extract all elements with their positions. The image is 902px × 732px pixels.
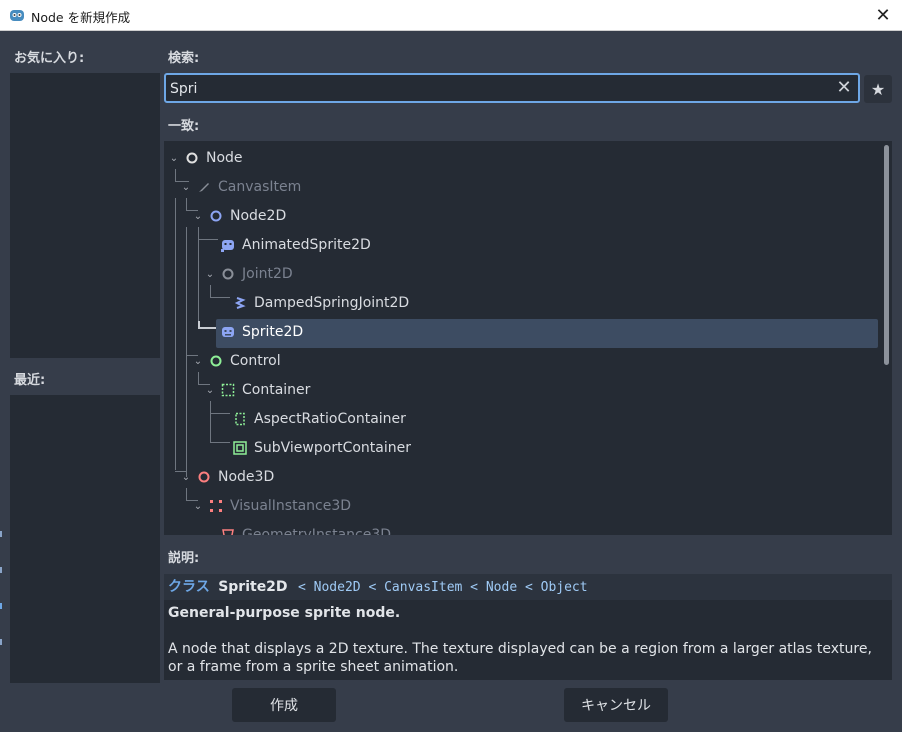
class-header: クラス Sprite2D < Node2D < CanvasItem < Nod… — [164, 574, 892, 600]
edge-marker — [0, 639, 2, 645]
geometry-instance-icon — [222, 529, 234, 535]
chevron-down-icon[interactable]: ⌄ — [204, 260, 216, 289]
node3d-circle-icon — [198, 471, 210, 483]
chevron-down-icon[interactable]: ⌄ — [192, 347, 204, 376]
recent-label: 最近: — [14, 373, 46, 388]
description-text: A node that displays a 2D texture. The t… — [168, 641, 872, 675]
edge-marker — [0, 567, 2, 573]
container-icon — [221, 383, 235, 397]
spring-icon — [234, 297, 246, 309]
star-icon[interactable]: ★ — [864, 75, 892, 103]
create-button[interactable]: 作成 — [232, 688, 336, 722]
close-icon[interactable]: ✕ — [870, 3, 896, 27]
chevron-down-icon[interactable]: ⌄ — [180, 173, 192, 202]
aspect-ratio-container-icon — [235, 412, 245, 426]
node-circle-icon — [186, 152, 198, 164]
subviewport-container-icon — [233, 441, 247, 455]
class-name: Sprite2D — [218, 579, 288, 595]
visual-instance-icon — [210, 500, 222, 512]
chevron-down-icon[interactable]: ⌄ — [192, 202, 204, 231]
control-circle-icon — [210, 355, 222, 367]
search-label: 検索: — [168, 51, 200, 66]
scrollbar-thumb[interactable] — [884, 145, 889, 365]
matches-tree[interactable]: ⌄ Node ⌄ CanvasItem ⌄ Node2D AnimatedSpr… — [164, 141, 892, 535]
favorites-label: お気に入り: — [14, 51, 85, 66]
class-inheritance: < Node2D < CanvasItem < Node < Object — [298, 580, 588, 595]
create-node-dialog: お気に入り: 最近: 検索: ✕ ★ 一致: — [0, 31, 902, 732]
cancel-button[interactable]: キャンセル — [564, 688, 668, 722]
godot-logo-icon — [10, 10, 24, 21]
chevron-down-icon[interactable]: ⌄ — [204, 376, 216, 405]
clear-icon[interactable]: ✕ — [834, 78, 854, 98]
favorites-list[interactable] — [10, 73, 160, 358]
brush-icon — [199, 183, 209, 192]
window-title: Node を新規作成 — [31, 10, 131, 25]
node2d-circle-icon — [210, 210, 222, 222]
recent-list[interactable] — [10, 395, 160, 683]
description-brief: General-purpose sprite node. — [168, 605, 401, 621]
edge-marker — [0, 603, 2, 609]
sprite-icon — [222, 327, 234, 337]
description-label: 説明: — [168, 551, 200, 566]
joint-circle-icon — [222, 268, 234, 280]
tree-scrollbar[interactable] — [884, 145, 889, 531]
matches-label: 一致: — [168, 119, 200, 134]
chevron-down-icon[interactable]: ⌄ — [192, 492, 204, 521]
selection-highlight — [216, 319, 878, 348]
chevron-down-icon[interactable]: ⌄ — [204, 521, 216, 535]
search-field[interactable]: ✕ — [164, 73, 860, 103]
animated-sprite-icon — [221, 240, 234, 252]
chevron-down-icon[interactable]: ⌄ — [180, 463, 192, 492]
description-body: General-purpose sprite node. A node that… — [164, 600, 892, 680]
chevron-down-icon[interactable]: ⌄ — [168, 144, 180, 173]
title-bar: Node を新規作成 ✕ — [0, 0, 902, 31]
search-input[interactable] — [170, 79, 830, 99]
class-keyword: クラス — [168, 579, 210, 595]
edge-marker — [0, 531, 2, 537]
